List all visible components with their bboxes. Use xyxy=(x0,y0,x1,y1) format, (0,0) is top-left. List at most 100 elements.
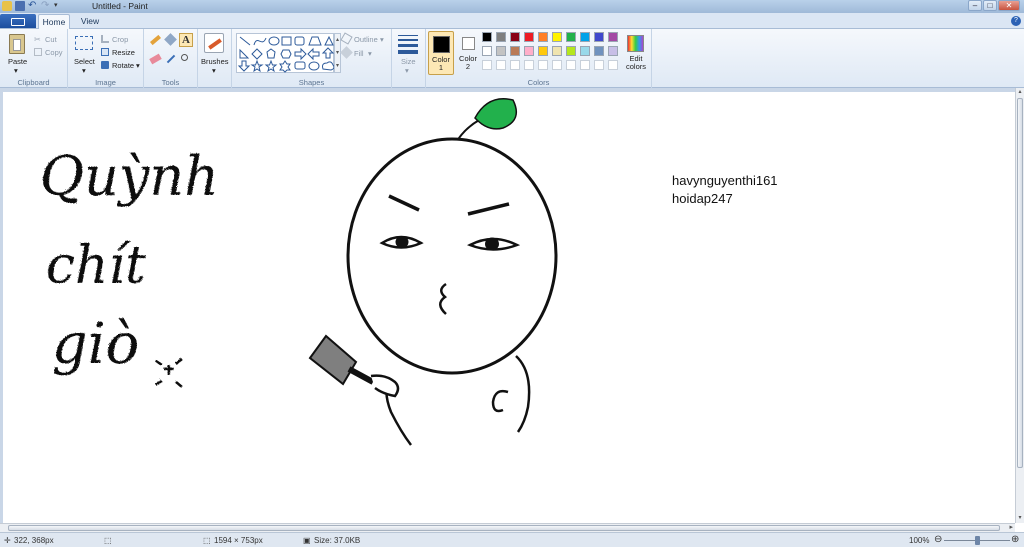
custom-color-swatch[interactable] xyxy=(538,60,548,70)
fill-dropdown-icon[interactable]: ▾ xyxy=(368,49,372,58)
fill-bucket-icon[interactable] xyxy=(164,33,177,46)
scroll-down-icon[interactable]: ▾ xyxy=(1016,514,1024,523)
brushes-icon[interactable] xyxy=(204,33,224,53)
resize-icon[interactable] xyxy=(101,48,109,56)
maximize-button[interactable]: □ xyxy=(983,0,997,11)
color-swatch[interactable] xyxy=(538,32,548,42)
size-dropdown-icon[interactable]: ▾ xyxy=(405,66,409,75)
four-point-star-shape-icon[interactable] xyxy=(250,59,264,73)
copy-icon[interactable] xyxy=(34,48,42,56)
resize-button[interactable]: Resize xyxy=(112,48,135,57)
horizontal-scroll-thumb[interactable] xyxy=(8,525,1000,531)
select-button[interactable]: Select xyxy=(74,57,95,66)
copy-button[interactable]: Copy xyxy=(45,48,63,57)
five-point-star-shape-icon[interactable] xyxy=(264,59,278,73)
color-swatch[interactable] xyxy=(566,32,576,42)
crop-icon[interactable] xyxy=(101,35,109,43)
color-swatch[interactable] xyxy=(524,46,534,56)
select-icon[interactable] xyxy=(75,36,93,50)
curve-shape-icon[interactable] xyxy=(253,37,267,46)
cut-button[interactable]: Cut xyxy=(45,35,57,44)
pentagon-shape-icon[interactable] xyxy=(266,48,276,59)
outline-button[interactable]: Outline xyxy=(354,35,378,44)
zoom-out-icon[interactable]: ⊖ xyxy=(934,534,942,545)
custom-color-swatch[interactable] xyxy=(552,60,562,70)
shapes-gallery[interactable] xyxy=(236,33,335,73)
scroll-up-icon[interactable]: ▴ xyxy=(1016,88,1024,97)
color-swatch[interactable] xyxy=(524,32,534,42)
drawing-canvas[interactable]: Quỳnh chít giò havynguyenthi161 hoidap24… xyxy=(3,92,1015,523)
close-button[interactable]: ✕ xyxy=(998,0,1020,11)
diamond-shape-icon[interactable] xyxy=(251,48,263,60)
paste-button[interactable]: Paste xyxy=(8,57,27,66)
color-swatch[interactable] xyxy=(580,32,590,42)
color-swatch[interactable] xyxy=(538,46,548,56)
text-tool-icon[interactable]: A xyxy=(179,33,193,47)
color-swatch[interactable] xyxy=(510,46,520,56)
rotate-icon[interactable] xyxy=(101,61,109,69)
six-point-star-shape-icon[interactable] xyxy=(279,60,291,73)
down-arrow-shape-icon[interactable] xyxy=(237,60,251,72)
paint-menu-button[interactable] xyxy=(0,14,36,28)
undo-icon[interactable]: ↶ xyxy=(28,1,38,11)
color-swatch[interactable] xyxy=(594,46,604,56)
size-icon[interactable] xyxy=(398,35,418,54)
zoom-slider-knob[interactable] xyxy=(975,536,980,545)
color-swatch[interactable] xyxy=(566,46,576,56)
line-shape-icon[interactable] xyxy=(239,36,251,46)
outline-icon[interactable] xyxy=(340,32,353,45)
help-icon[interactable]: ? xyxy=(1011,16,1021,26)
edit-colors-button[interactable]: Edit colors xyxy=(622,31,650,75)
paste-icon[interactable] xyxy=(9,34,25,54)
cloud-callout-shape-icon[interactable] xyxy=(322,61,335,71)
right-triangle-shape-icon[interactable] xyxy=(239,48,250,59)
polygon-shape-icon[interactable] xyxy=(308,36,322,46)
cut-icon[interactable]: ✂ xyxy=(34,35,41,44)
color-swatch[interactable] xyxy=(608,32,618,42)
oval-callout-shape-icon[interactable] xyxy=(308,61,320,71)
eraser-icon[interactable] xyxy=(149,53,162,65)
fill-icon[interactable] xyxy=(340,46,353,59)
left-arrow-shape-icon[interactable] xyxy=(307,47,320,61)
color2-button[interactable]: Color 2 xyxy=(456,31,482,75)
rotate-dropdown-icon[interactable]: ▾ xyxy=(136,61,140,70)
magnifier-icon[interactable] xyxy=(181,54,188,61)
paint-app-icon[interactable] xyxy=(2,1,12,11)
rounded-callout-shape-icon[interactable] xyxy=(294,61,306,70)
custom-color-swatch[interactable] xyxy=(524,60,534,70)
minimize-button[interactable]: – xyxy=(968,0,982,11)
color-swatch[interactable] xyxy=(510,32,520,42)
color-swatch[interactable] xyxy=(482,46,492,56)
color-swatch[interactable] xyxy=(608,46,618,56)
custom-color-swatch[interactable] xyxy=(608,60,618,70)
paste-dropdown-icon[interactable]: ▾ xyxy=(14,66,18,75)
customize-qat-icon[interactable]: ▾ xyxy=(54,1,64,11)
triangle-shape-icon[interactable] xyxy=(324,35,334,46)
right-arrow-shape-icon[interactable] xyxy=(294,47,307,61)
horizontal-scrollbar[interactable]: ▸ xyxy=(0,523,1015,532)
tab-view[interactable]: View xyxy=(74,14,106,29)
rotate-button[interactable]: Rotate xyxy=(112,61,134,70)
custom-color-swatch[interactable] xyxy=(594,60,604,70)
brushes-button[interactable]: Brushes xyxy=(201,57,229,66)
redo-icon[interactable]: ↷ xyxy=(41,1,51,11)
custom-color-swatch[interactable] xyxy=(580,60,590,70)
fill-button[interactable]: Fill xyxy=(354,49,364,58)
color1-button[interactable]: Color 1 xyxy=(428,31,454,75)
custom-color-swatch[interactable] xyxy=(496,60,506,70)
rounded-rectangle-shape-icon[interactable] xyxy=(294,36,305,46)
color-swatch[interactable] xyxy=(482,32,492,42)
custom-color-swatch[interactable] xyxy=(566,60,576,70)
size-button[interactable]: Size xyxy=(401,57,416,66)
vertical-scrollbar[interactable]: ▴ ▾ xyxy=(1015,88,1024,523)
custom-color-swatch[interactable] xyxy=(510,60,520,70)
vertical-scroll-thumb[interactable] xyxy=(1017,98,1023,468)
select-dropdown-icon[interactable]: ▾ xyxy=(82,66,86,75)
crop-button[interactable]: Crop xyxy=(112,35,128,44)
color-swatch[interactable] xyxy=(496,32,506,42)
color-swatch[interactable] xyxy=(594,32,604,42)
zoom-in-icon[interactable]: ⊕ xyxy=(1011,534,1019,545)
color-swatch[interactable] xyxy=(552,32,562,42)
oval-shape-icon[interactable] xyxy=(268,36,280,46)
color-swatch[interactable] xyxy=(580,46,590,56)
